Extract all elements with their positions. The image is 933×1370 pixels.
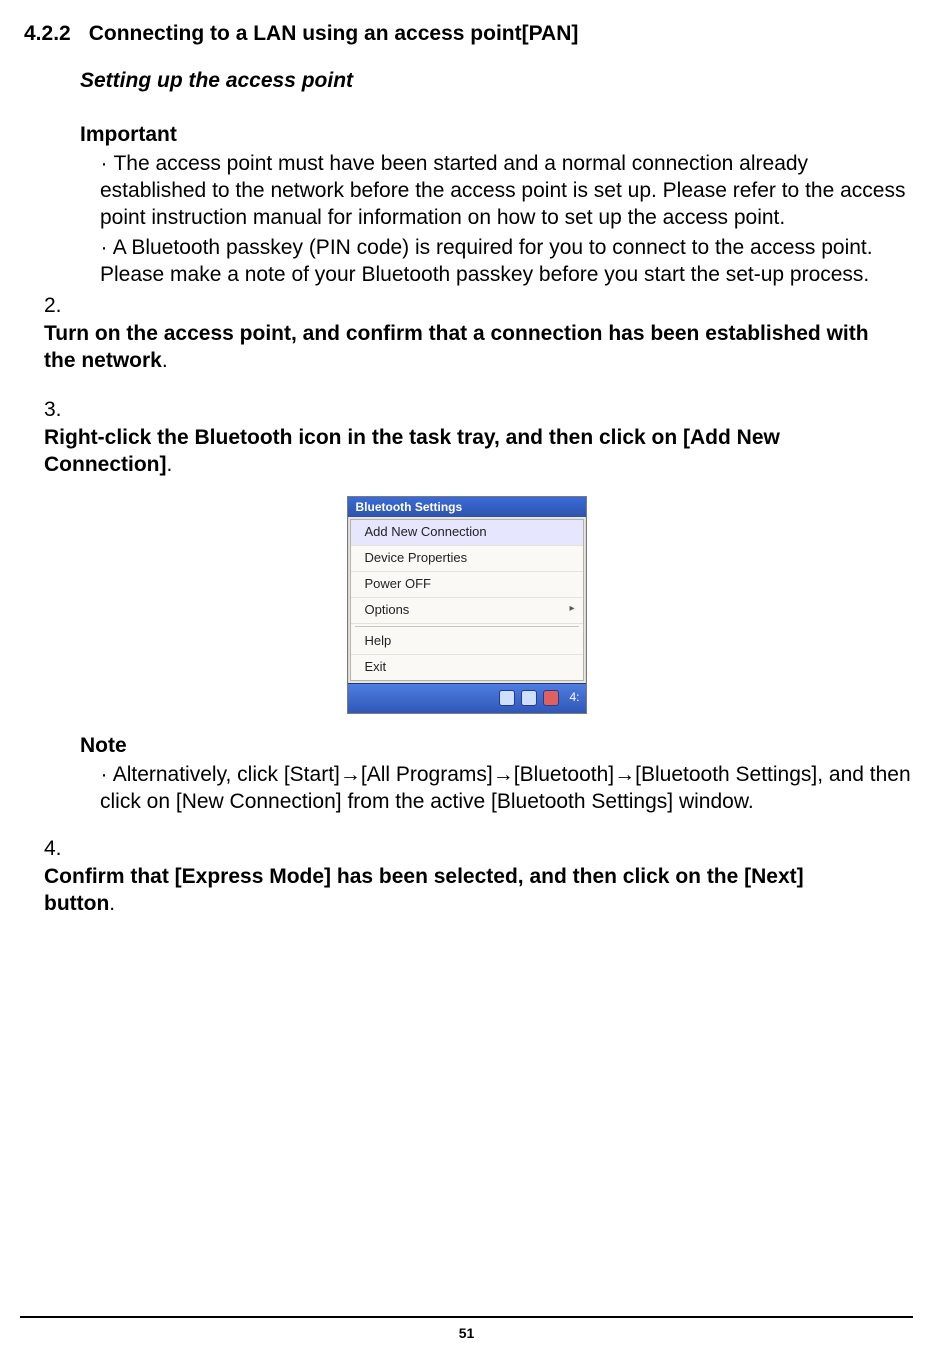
page-number: 51 xyxy=(459,1325,475,1341)
bullet-dot-icon: · xyxy=(100,234,108,261)
bullet-dot-icon: · xyxy=(100,150,108,177)
step-4-body: Confirm that [Express Mode] has been sel… xyxy=(44,863,874,918)
important-label: Important xyxy=(80,121,913,148)
tray-clock: 4: xyxy=(569,690,579,706)
step-4-bold: Confirm that [Express Mode] has been sel… xyxy=(44,865,804,915)
document-page: 4.2.2 Connecting to a LAN using an access… xyxy=(0,0,933,1370)
section-number: 4.2.2 xyxy=(24,22,71,45)
important-text-2: A Bluetooth passkey (PIN code) is requir… xyxy=(100,236,873,286)
step-3-body: Right-click the Bluetooth icon in the ta… xyxy=(44,424,874,479)
menu-header: Bluetooth Settings xyxy=(348,497,586,517)
menu-item-power-off[interactable]: Power OFF xyxy=(351,572,583,598)
step-2-body: Turn on the access point, and confirm th… xyxy=(44,320,874,375)
step-4-tail: . xyxy=(109,892,115,915)
section-heading: 4.2.2 Connecting to a LAN using an access… xyxy=(20,20,913,47)
step-3: 3. Right-click the Bluetooth icon in the… xyxy=(44,396,913,478)
important-text-1: The access point must have been started … xyxy=(100,152,905,230)
bullet-dot-icon: · xyxy=(100,761,108,788)
menu-item-add-new-connection[interactable]: Add New Connection xyxy=(351,520,583,546)
subsection-heading: Setting up the access point xyxy=(80,67,913,94)
step-3-number: 3. xyxy=(44,396,80,423)
figure-context-menu: Bluetooth Settings Add New Connection De… xyxy=(20,496,913,713)
menu-item-device-properties[interactable]: Device Properties xyxy=(351,546,583,572)
step-2-number: 2. xyxy=(44,292,80,319)
menu-item-options[interactable]: Options xyxy=(351,598,583,624)
tray-icon[interactable] xyxy=(499,690,515,706)
step-3-bold: Right-click the Bluetooth icon in the ta… xyxy=(44,426,780,476)
section-title: Connecting to a LAN using an access poin… xyxy=(89,22,579,45)
menu-item-help[interactable]: Help xyxy=(351,629,583,655)
note-block: Note · Alternatively, click [Start]→[All… xyxy=(80,732,913,816)
step-2: 2. Turn on the access point, and confirm… xyxy=(44,292,913,374)
note-bullet: · Alternatively, click [Start]→[All Prog… xyxy=(100,761,913,816)
menu-item-exit[interactable]: Exit xyxy=(351,655,583,680)
important-bullet-1: · The access point must have been starte… xyxy=(100,150,913,232)
tray-bluetooth-icon[interactable] xyxy=(521,690,537,706)
spacer xyxy=(20,378,913,392)
important-block: Important · The access point must have b… xyxy=(80,121,913,289)
tray-icon[interactable] xyxy=(543,690,559,706)
note-text: Alternatively, click [Start]→[All Progra… xyxy=(100,763,911,813)
step-2-tail: . xyxy=(162,349,168,372)
menu-body: Add New Connection Device Properties Pow… xyxy=(350,519,584,680)
menu-separator xyxy=(355,626,579,627)
step-4-number: 4. xyxy=(44,835,80,862)
spacer xyxy=(20,817,913,831)
step-4: 4. Confirm that [Express Mode] has been … xyxy=(44,835,913,917)
page-footer: 51 xyxy=(20,1316,913,1342)
bluetooth-context-menu: Bluetooth Settings Add New Connection De… xyxy=(347,496,587,713)
step-3-tail: . xyxy=(166,453,172,476)
important-bullet-2: · A Bluetooth passkey (PIN code) is requ… xyxy=(100,234,913,289)
task-tray: 4: xyxy=(348,683,586,713)
note-label: Note xyxy=(80,732,913,759)
